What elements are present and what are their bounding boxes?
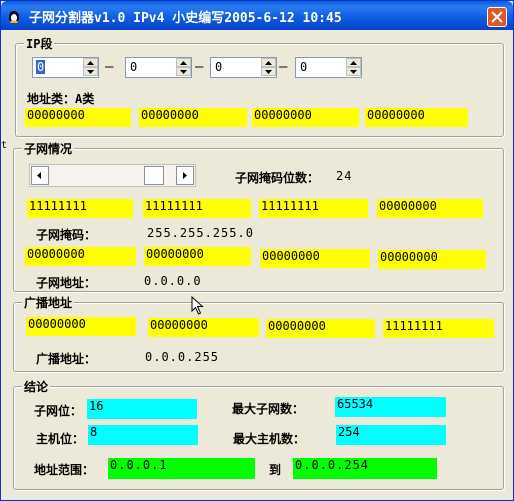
penguin-icon [9, 11, 19, 23]
octet-separator-1: — [105, 59, 114, 75]
range-label: 地址范围： [34, 463, 95, 477]
close-icon [491, 11, 503, 23]
mask-value: 255.255.255.0 [147, 226, 254, 240]
mask-bits-label: 子网掩码位数： [235, 171, 320, 185]
mask-binary-4: 00000000 [377, 199, 483, 218]
mask-label: 子网掩码： [36, 228, 97, 242]
conclusion-group-title: 结论 [22, 378, 51, 395]
arrow-up-icon [265, 61, 272, 65]
arrow-right-icon [183, 172, 187, 179]
arrow-up-icon [87, 61, 94, 65]
broadcast-label: 广播地址： [36, 352, 97, 366]
max-subnets-value: 65534 [335, 397, 446, 417]
scroll-left-button[interactable] [31, 166, 49, 185]
octet-3-up-button[interactable] [261, 58, 276, 67]
stray-text: t [1, 140, 8, 151]
scroll-thumb[interactable] [144, 166, 164, 185]
max-hosts-label: 最大主机数： [233, 432, 306, 446]
arrow-down-icon [180, 70, 187, 74]
octet-2-spin-buttons [176, 58, 191, 77]
subnet-address-value: 0.0.0.0 [144, 274, 202, 288]
window-title: 子网分割器v1.0 IPv4 小史编写2005-6-12 10:45 [29, 11, 342, 26]
broadcast-value: 0.0.0.255 [145, 350, 220, 364]
arrow-left-icon [37, 172, 41, 179]
broadcast-binary-2: 00000000 [148, 318, 259, 337]
octet-1-spinner[interactable]: 0 [32, 57, 99, 78]
address-class-label: 地址类：A类 [27, 92, 95, 106]
octet-1-value[interactable]: 0 [36, 60, 46, 74]
app-window: 子网分割器v1.0 IPv4 小史编写2005-6-12 10:45 t IP段… [0, 0, 514, 501]
arrow-down-icon [87, 70, 94, 74]
mask-bits-value: 24 [336, 169, 353, 183]
subnet-address-label: 子网地址： [36, 276, 97, 290]
mask-binary-1: 11111111 [27, 199, 133, 218]
octet-separator-2: — [195, 59, 204, 75]
octet-4-up-button[interactable] [346, 58, 361, 67]
broadcast-binary-1: 00000000 [26, 317, 136, 336]
broadcast-binary-3: 00000000 [266, 319, 375, 338]
octet-3-spin-buttons [261, 58, 276, 77]
close-button[interactable] [487, 7, 507, 27]
octet-2-down-button[interactable] [176, 67, 191, 76]
subnet-bits-value: 16 [87, 399, 197, 419]
ip-group-title: IP段 [24, 35, 55, 52]
mask-binary-3: 11111111 [259, 199, 368, 218]
max-hosts-value: 254 [336, 425, 446, 445]
arrow-up-icon [350, 61, 357, 65]
mask-binary-2: 11111111 [143, 199, 251, 218]
octet-3-down-button[interactable] [261, 67, 276, 76]
subnet-address-binary-2: 00000000 [144, 247, 251, 266]
octet-2-value[interactable]: 0 [130, 60, 137, 74]
max-subnets-label: 最大子网数： [232, 402, 305, 416]
range-start-value: 0.0.0.1 [108, 458, 255, 479]
octet-2-up-button[interactable] [176, 58, 191, 67]
broadcast-group-title: 广播地址 [22, 294, 75, 311]
octet-1-up-button[interactable] [83, 58, 98, 67]
subnet-address-binary-4: 00000000 [378, 250, 486, 269]
title-bar[interactable]: 子网分割器v1.0 IPv4 小史编写2005-6-12 10:45 [1, 1, 513, 30]
subnet-address-binary-1: 00000000 [25, 247, 136, 266]
octet-4-value[interactable]: 0 [300, 60, 307, 74]
scroll-right-button[interactable] [176, 166, 194, 185]
subnet-bits-label: 子网位： [34, 404, 83, 418]
octet-3-value[interactable]: 0 [215, 60, 222, 74]
octet-4-spin-buttons [346, 58, 361, 77]
arrow-down-icon [265, 70, 272, 74]
broadcast-binary-4: 11111111 [383, 319, 494, 338]
range-end-value: 0.0.0.254 [293, 458, 437, 479]
mouse-cursor-icon [191, 296, 204, 315]
host-bits-value: 8 [88, 425, 198, 445]
octet-4-down-button[interactable] [346, 67, 361, 76]
mask-bits-scrollbar[interactable] [29, 164, 196, 187]
octet-1-spin-buttons [83, 58, 98, 77]
arrow-down-icon [350, 70, 357, 74]
ip-binary-4: 00000000 [365, 108, 468, 127]
subnet-group-title: 子网情况 [22, 140, 75, 157]
octet-separator-3: — [279, 59, 288, 75]
ip-binary-1: 00000000 [25, 108, 131, 127]
host-bits-label: 主机位： [36, 432, 85, 446]
octet-1-down-button[interactable] [83, 67, 98, 76]
arrow-up-icon [180, 61, 187, 65]
range-to-label: 到 [269, 463, 282, 477]
ip-binary-3: 00000000 [252, 108, 359, 127]
octet-2-spinner[interactable]: 0 [125, 57, 192, 78]
octet-3-spinner[interactable]: 0 [210, 57, 277, 78]
ip-binary-2: 00000000 [139, 108, 247, 127]
subnet-address-binary-3: 00000000 [260, 249, 370, 268]
octet-4-spinner[interactable]: 0 [295, 57, 362, 78]
